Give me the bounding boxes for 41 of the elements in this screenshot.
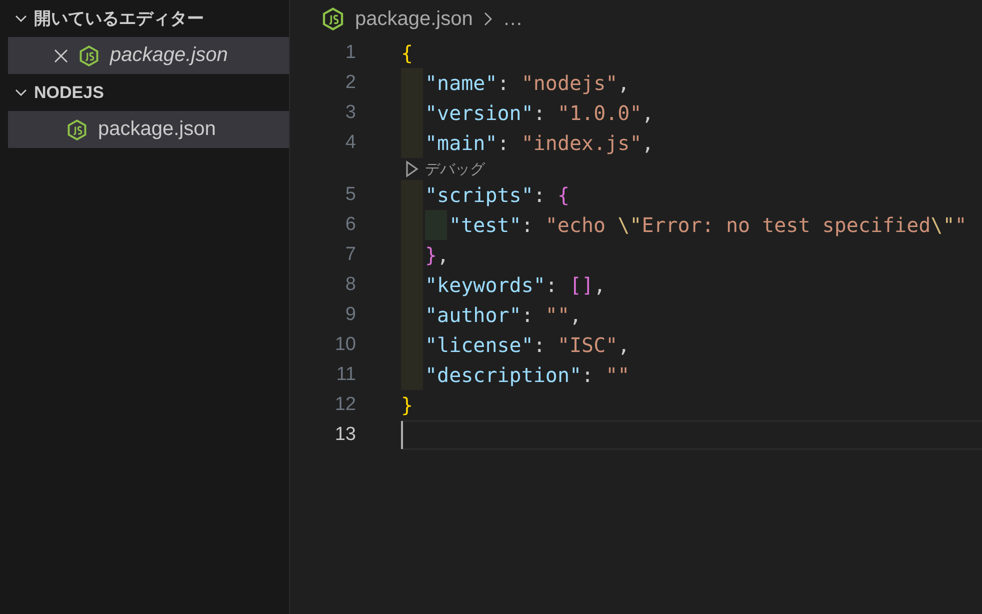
line-number: 3 [344, 102, 356, 124]
code-line: "test": "echo \"Error: no test specified\"" [449, 213, 967, 237]
hexagon-icon [66, 118, 88, 140]
text-cursor [401, 421, 403, 449]
code-line: "license": "ISC", [425, 333, 630, 357]
code-line: }, [425, 243, 450, 267]
code-line: "keywords": [], [425, 273, 606, 297]
code-line: "scripts": { [425, 183, 570, 207]
line-number: 2 [344, 72, 356, 94]
line-number: 7 [344, 244, 356, 266]
chevron-right-icon [482, 11, 493, 27]
file-item[interactable]: package.json [8, 37, 289, 74]
play-icon[interactable] [405, 160, 419, 178]
file-item[interactable]: package.json [8, 111, 289, 148]
file-name: package.json [110, 44, 228, 67]
line-number: 4 [344, 132, 356, 154]
code-line: "description": "" [425, 363, 630, 387]
section-title[interactable]: 開いているエディター [34, 7, 204, 30]
line-number: 9 [344, 304, 356, 326]
code-line: "main": "index.js", [425, 131, 654, 155]
line-number: 1 [344, 42, 356, 64]
code-line: "name": "nodejs", [425, 71, 630, 95]
code-line: { [401, 41, 414, 65]
debug-link[interactable]: デバッグ [425, 160, 485, 178]
code-line: "author": "", [425, 303, 582, 327]
line-number: 11 [335, 364, 356, 386]
line-number: 12 [334, 394, 356, 416]
breadcrumb-item[interactable]: … [502, 8, 523, 30]
line-number: 6 [344, 214, 356, 236]
section-title[interactable]: NODEJS [34, 82, 104, 102]
file-name: package.json [98, 118, 216, 141]
line-number: 13 [334, 424, 356, 446]
line-number: 5 [344, 184, 356, 206]
line-number: 10 [334, 334, 356, 356]
code-line: } [401, 393, 414, 417]
hexagon-icon [78, 44, 100, 66]
line-number: 8 [344, 274, 356, 296]
close-icon[interactable] [54, 48, 68, 62]
breadcrumb-item[interactable]: package.json [355, 8, 473, 30]
code-line: "version": "1.0.0", [425, 101, 654, 125]
hexagon-icon [321, 7, 345, 31]
